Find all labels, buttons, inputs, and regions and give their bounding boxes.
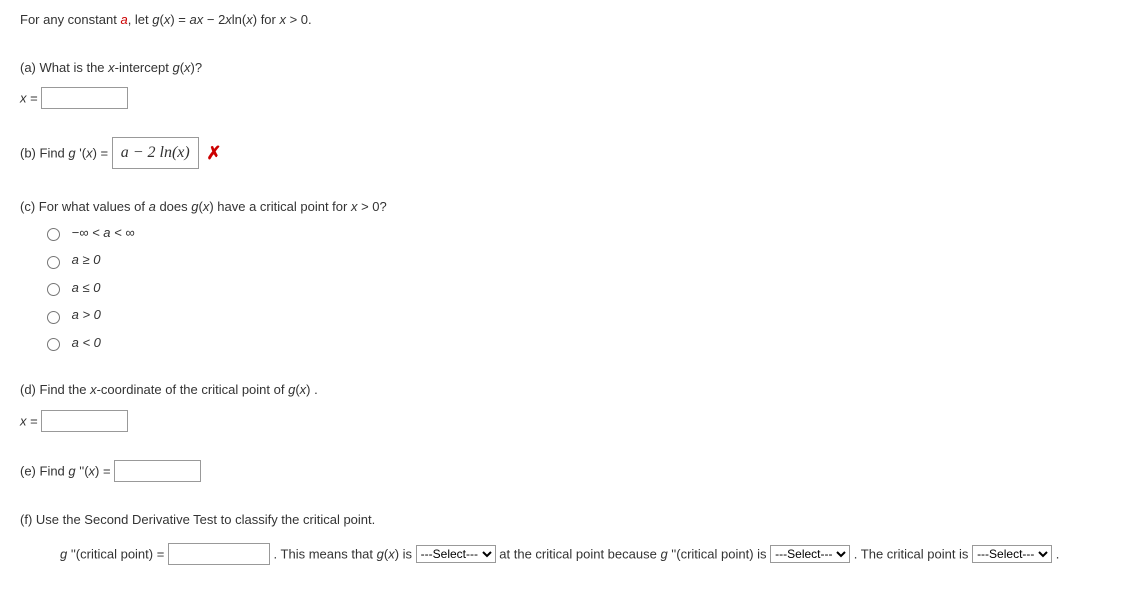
part-f-select-3[interactable]: ---Select--- [972, 545, 1052, 563]
radio-option-0[interactable]: −∞ < a < ∞ [42, 223, 1113, 243]
intro-pre: For any constant [20, 12, 120, 27]
radio-option-2[interactable]: a ≤ 0 [42, 278, 1113, 298]
part-d-input[interactable] [41, 410, 128, 432]
radio-input-3[interactable] [47, 311, 60, 324]
radio-option-4[interactable]: a < 0 [42, 333, 1113, 353]
intro-a: a [120, 12, 127, 27]
part-f: (f) Use the Second Derivative Test to cl… [20, 510, 1113, 566]
radio-option-1[interactable]: a ≥ 0 [42, 250, 1113, 270]
part-e-input[interactable] [114, 460, 201, 482]
part-b-answer[interactable]: a − 2 ln(x) [112, 137, 199, 169]
part-a: (a) What is the x-intercept g(x)? x = [20, 58, 1113, 110]
radio-input-1[interactable] [47, 256, 60, 269]
part-f-select-1[interactable]: ---Select--- [416, 545, 496, 563]
part-f-select-2[interactable]: ---Select--- [770, 545, 850, 563]
part-b: (b) Find g '(x) = a − 2 ln(x) ✗ [20, 137, 1113, 169]
part-a-input[interactable] [41, 87, 128, 109]
part-f-input[interactable] [168, 543, 270, 565]
radio-input-0[interactable] [47, 228, 60, 241]
incorrect-icon: ✗ [206, 140, 221, 167]
intro-text: For any constant a, let g(x) = ax − 2xln… [20, 10, 1113, 30]
radio-input-4[interactable] [47, 338, 60, 351]
part-f-prompt: (f) Use the Second Derivative Test to cl… [20, 510, 1113, 530]
part-e: (e) Find g ''(x) = [20, 460, 1113, 482]
radio-option-3[interactable]: a > 0 [42, 305, 1113, 325]
part-c: (c) For what values of a does g(x) have … [20, 197, 1113, 352]
part-d: (d) Find the x-coordinate of the critica… [20, 380, 1113, 432]
radio-input-2[interactable] [47, 283, 60, 296]
